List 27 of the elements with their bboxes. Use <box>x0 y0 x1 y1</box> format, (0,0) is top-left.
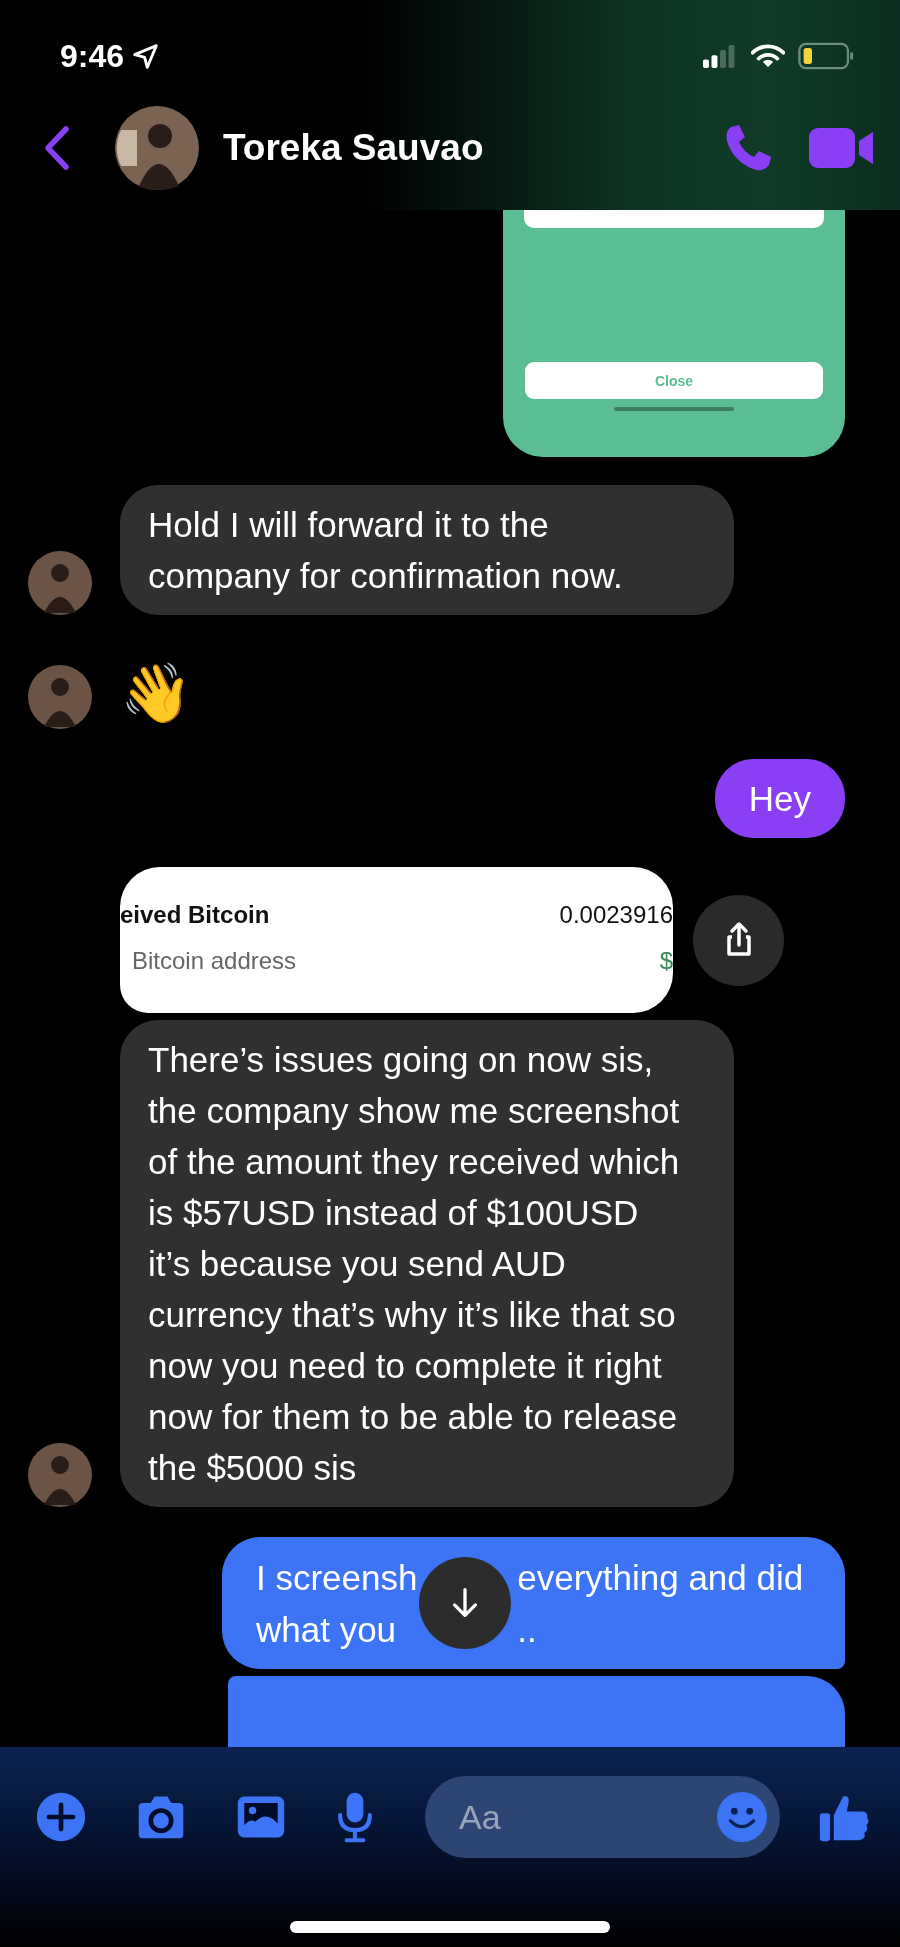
avatar[interactable] <box>115 106 199 190</box>
message-input[interactable]: Aa <box>425 1776 780 1858</box>
message-text: .. <box>517 1608 538 1651</box>
signal-icon <box>703 44 737 68</box>
location-arrow-icon <box>132 42 160 70</box>
battery-icon <box>797 42 855 70</box>
fiat-amount: $ <box>659 947 673 975</box>
message-text: I screensh <box>256 1556 419 1599</box>
video-camera-icon[interactable] <box>809 126 875 170</box>
contact-name[interactable]: Toreka Sauvao <box>223 127 484 169</box>
message-text: everything and did <box>517 1556 805 1599</box>
transaction-subtitle: Bitcoin address <box>131 947 297 975</box>
microphone-icon[interactable] <box>335 1791 375 1843</box>
emoji-message: 👋 <box>120 659 192 727</box>
message-text: what you <box>256 1608 398 1651</box>
back-icon[interactable] <box>42 125 72 171</box>
message-bubble: There’s issues going on now sis, the company show me screenshot of the amount they received which is $57USD instead of $100USD it’s because you send AUD currency that’s why it’s like that so now you need to complete it right now for them to be able to release the $5000 sis <box>120 1020 734 1507</box>
wifi-icon <box>751 43 785 69</box>
message-bubble: Hold I will forward it to the company for confirmation now. <box>120 485 734 615</box>
transaction-title: eived Bitcoin <box>120 901 270 929</box>
bitcoin-amount: 0.0023916 <box>559 901 673 929</box>
close-button: Close <box>525 362 823 399</box>
message-bubble: Hey <box>714 759 845 838</box>
status-time: 9:46 <box>60 37 125 75</box>
emoji-icon[interactable] <box>716 1791 768 1843</box>
plus-icon[interactable] <box>35 1791 87 1843</box>
receipt-image[interactable]: eived Bitcoin 0.0023916 Bitcoin address $ <box>120 867 673 1013</box>
